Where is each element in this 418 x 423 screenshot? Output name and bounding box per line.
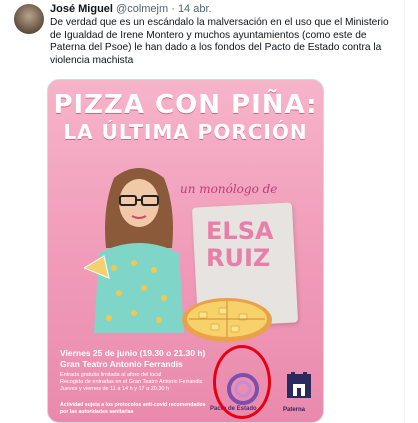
- tweet-text-line: De verdad que es un escándalo la malvers…: [50, 17, 389, 28]
- highlight-circle: [213, 345, 271, 419]
- tweet-date[interactable]: 14 abr.: [178, 3, 212, 15]
- poster-subtitle: un monólogo de: [180, 182, 278, 196]
- event-info-line: Jueves y viernes de 11 a 14 h y 17 a 20.…: [60, 386, 170, 392]
- tweet-header: José Miguel @colmejm · 14 abr.: [50, 3, 212, 15]
- performer-first-name: ELSA: [206, 217, 274, 245]
- author-name[interactable]: José Miguel: [50, 3, 113, 15]
- tweet-text-line: de Igualdad de Irene Montero y muchos ay…: [50, 29, 367, 41]
- paterna-crest-icon: [287, 372, 311, 398]
- pizza-illustration: [182, 298, 272, 342]
- tweet-text: De verdad que es un escándalo la malvers…: [50, 17, 400, 67]
- safety-line: Actividad sujeta a los protocolos anti-c…: [60, 402, 206, 408]
- poster-title-line2: LA ÚLTIMA PORCIÓN: [63, 120, 308, 144]
- safety-notice: Actividad sujeta a los protocolos anti-c…: [60, 402, 220, 415]
- tweet-text-line: violencia machista: [50, 54, 134, 66]
- author-handle[interactable]: @colmejm: [116, 3, 168, 15]
- paterna-label: Paterna: [283, 407, 306, 413]
- header-separator: ·: [168, 3, 178, 15]
- poster-title-line1: PIZZA CON PIÑA:: [53, 90, 318, 120]
- event-venue: Gran Teatro Antonio Ferrandis: [60, 359, 183, 369]
- event-info-line: Entrada gratuita limitada al aforo del l…: [60, 372, 162, 378]
- author-avatar[interactable]: [14, 4, 44, 34]
- event-info: Entrada gratuita limitada al aforo del l…: [60, 372, 220, 393]
- tweet-text-line: Paterna del Psoe) le han dado a los fond…: [50, 42, 382, 54]
- performer-last-name: RUIZ: [206, 244, 271, 272]
- safety-line: por las autoridades sanitarias: [60, 408, 134, 415]
- event-info-line: Recogida de entradas en el Gran Teatro A…: [60, 379, 203, 385]
- column-divider: [404, 0, 405, 423]
- poster: PIZZA CON PIÑA: LA ÚLTIMA PORCIÓN un mon…: [48, 80, 323, 422]
- performer-illustration: [84, 168, 184, 333]
- event-date-time: Viernes 25 de junio (19.30 o 21.30 h): [60, 348, 206, 358]
- tweet-media-image[interactable]: PIZZA CON PIÑA: LA ÚLTIMA PORCIÓN un mon…: [47, 79, 324, 423]
